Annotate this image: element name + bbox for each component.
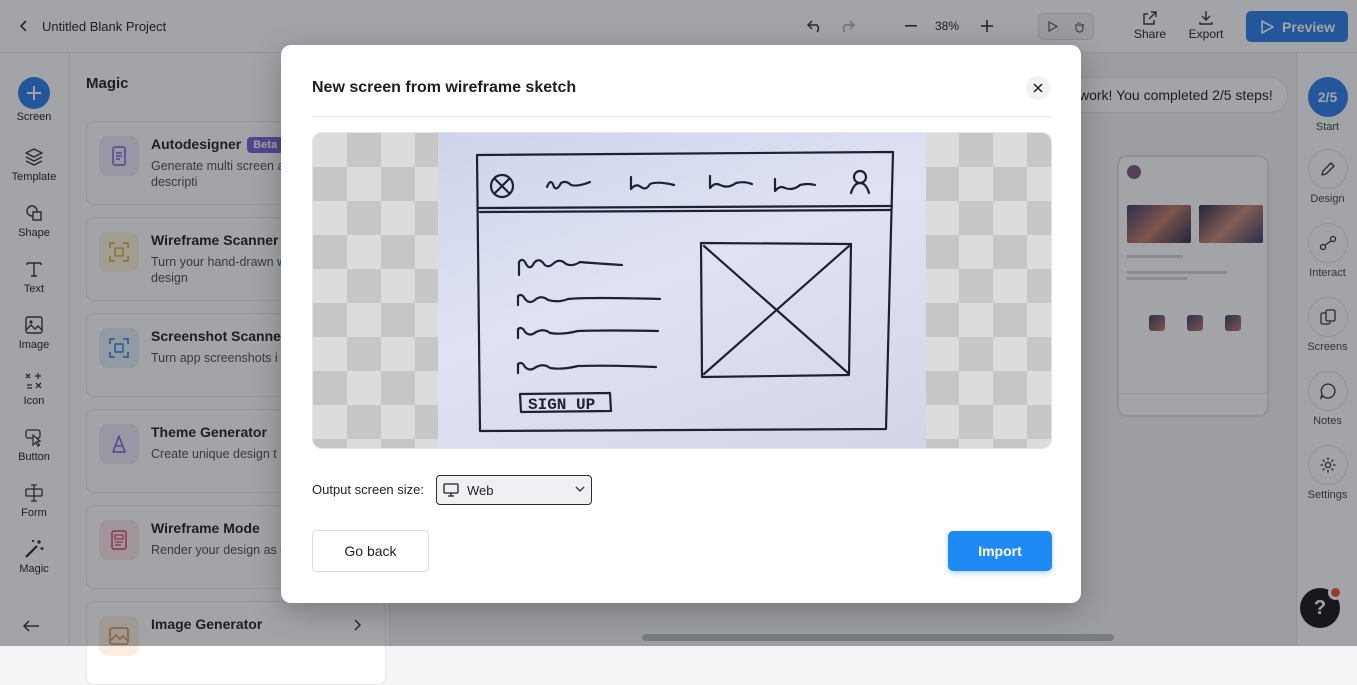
monitor-icon <box>443 483 459 497</box>
chevron-down-icon <box>575 486 585 492</box>
wireframe-sketch-image: SIGN UP <box>438 133 926 448</box>
divider <box>312 116 1052 117</box>
wireframe-import-modal: New screen from wireframe sketch SIGN UP… <box>281 45 1081 603</box>
go-back-button[interactable]: Go back <box>312 530 429 572</box>
sketch-preview: SIGN UP <box>312 132 1052 449</box>
close-icon[interactable] <box>1026 76 1050 100</box>
sketch-signup-text: SIGN UP <box>528 396 595 414</box>
modal-title: New screen from wireframe sketch <box>312 79 577 96</box>
import-button[interactable]: Import <box>948 531 1052 571</box>
output-size-select[interactable]: Web <box>436 475 592 505</box>
output-size-label: Output screen size: <box>312 482 424 497</box>
